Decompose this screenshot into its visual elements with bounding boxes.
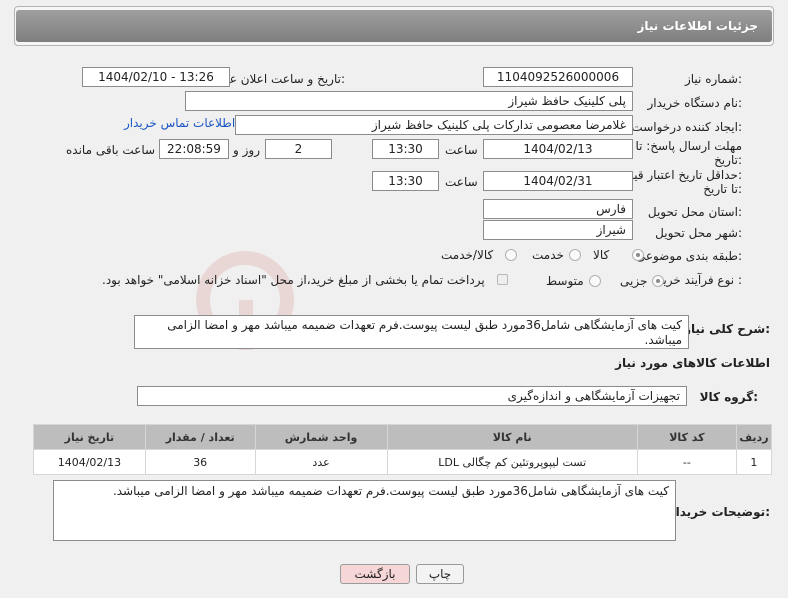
buyer-notes-label: توضیحات خریدار: <box>668 505 770 519</box>
process-label: نوع فرآیند خرید : <box>657 273 742 287</box>
city-label: شهر محل تحویل: <box>655 226 742 240</box>
cell-date: 1404/02/13 <box>33 449 146 475</box>
need-number-label: شماره نیاز: <box>684 72 742 86</box>
col-name: نام کالا <box>386 424 638 450</box>
price-validity-label: حداقل تاریخ اعتبار قیمت: <box>615 168 742 182</box>
buyer-notes-field: کیت های آزمایشگاهی شامل36مورد طبق لیست پ… <box>53 480 676 541</box>
reply-time-field: 13:30 <box>372 139 439 159</box>
creator-label: ایجاد کننده درخواست: <box>631 120 742 134</box>
need-number-field: 1104092526000006 <box>483 67 633 87</box>
col-qty: تعداد / مقدار <box>144 424 256 450</box>
process-option-medium: متوسط <box>546 274 584 288</box>
category-option-both: کالا/خدمت <box>441 248 494 262</box>
cell-name: تست لیپوپروتئین کم چگالی LDL <box>386 449 638 475</box>
days-label: روز و <box>233 143 260 157</box>
print-button[interactable]: چاپ <box>416 564 464 584</box>
page-title: جزئیات اطلاعات نیاز <box>637 19 758 33</box>
category-radio-service[interactable] <box>569 249 581 261</box>
header-bar: جزئیات اطلاعات نیاز <box>16 10 772 42</box>
process-radio-minor[interactable] <box>652 275 664 287</box>
creator-field: غلامرضا معصومی تدارکات پلی کلینیک حافظ ش… <box>235 115 633 135</box>
announce-field: 1404/02/10 - 13:26 <box>82 67 230 87</box>
buyer-org-field: پلی کلینیک حافظ شیراز <box>185 91 633 111</box>
description-label: شرح کلی نیاز: <box>684 322 770 336</box>
cell-code: -- <box>636 449 737 475</box>
city-field: شیراز <box>483 220 633 240</box>
description-field: کیت های آزمایشگاهی شامل36مورد طبق لیست پ… <box>134 315 689 349</box>
goods-table: ردیف کد کالا نام کالا واحد شمارش تعداد /… <box>33 424 773 475</box>
category-radio-goods[interactable] <box>632 249 644 261</box>
cell-row: 1 <box>735 449 773 475</box>
back-button[interactable]: بازگشت <box>340 564 410 584</box>
col-row: ردیف <box>735 424 773 450</box>
price-time-label: ساعت <box>445 175 478 189</box>
reply-time-label: ساعت <box>445 143 478 157</box>
reply-deadline-label-2: تاریخ: <box>714 153 742 167</box>
reply-deadline-label: مهلت ارسال پاسخ: تا <box>635 139 742 153</box>
days-field: 2 <box>265 139 332 159</box>
category-option-goods: کالا <box>593 248 610 262</box>
reply-date-field: 1404/02/13 <box>483 139 633 159</box>
process-radio-medium[interactable] <box>589 275 601 287</box>
remaining-label: ساعت باقی مانده <box>66 143 156 157</box>
process-option-minor: جزیی <box>620 274 648 288</box>
province-label: استان محل تحویل: <box>647 205 742 219</box>
col-code: کد کالا <box>636 424 737 450</box>
col-unit: واحد شمارش <box>254 424 388 450</box>
category-option-service: خدمت <box>532 248 564 262</box>
goods-group-field: تجهیزات آزمایشگاهی و اندازه‌گیری <box>137 386 687 406</box>
treasury-payment-checkbox[interactable] <box>497 274 508 285</box>
goods-section-title: اطلاعات کالاهای مورد نیاز <box>615 356 770 370</box>
treasury-payment-note: پرداخت تمام یا بخشی از مبلغ خرید،از محل … <box>102 273 485 287</box>
goods-group-label: گروه کالا: <box>699 390 758 404</box>
cell-qty: 36 <box>144 449 256 475</box>
category-label: طبقه بندی موضوعی: <box>635 249 742 263</box>
remaining-time-field: 22:08:59 <box>159 139 229 159</box>
col-date: تاریخ نیاز <box>33 424 146 450</box>
price-time-field: 13:30 <box>372 171 439 191</box>
price-validity-label-2: تا تاریخ: <box>703 182 742 196</box>
table-row: 1 -- تست لیپوپروتئین کم چگالی LDL عدد 36… <box>33 449 773 475</box>
cell-unit: عدد <box>254 449 388 475</box>
goods-table-header: ردیف کد کالا نام کالا واحد شمارش تعداد /… <box>33 424 773 450</box>
price-date-field: 1404/02/31 <box>483 171 633 191</box>
category-radio-both[interactable] <box>505 249 517 261</box>
buyer-org-label: نام دستگاه خریدار: <box>647 96 743 110</box>
header-panel: جزئیات اطلاعات نیاز <box>14 6 774 46</box>
contact-info-link[interactable]: اطلاعات تماس خریدار <box>124 116 235 130</box>
province-field: فارس <box>483 199 633 219</box>
